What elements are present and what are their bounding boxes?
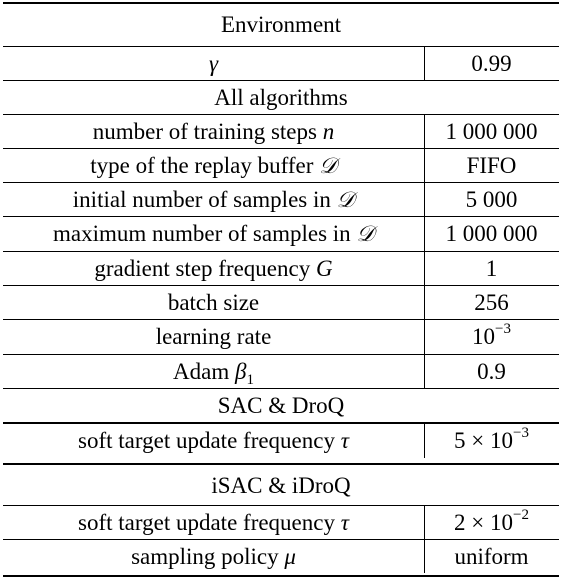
param-name: gradient step frequency (94, 255, 311, 281)
section-title: Environment (220, 12, 342, 37)
param-value: 10−3 (424, 321, 559, 350)
bottom-rule (3, 575, 559, 577)
param-value: 5 000 (465, 186, 518, 212)
table-row: gradient step frequency G 1 (3, 252, 559, 285)
param-symbol: 𝒟 (336, 187, 355, 213)
param-name: learning rate (155, 324, 272, 349)
param-value: FIFO (466, 152, 517, 178)
param-value: 2 × 10−2 (424, 506, 559, 536)
param-value: 0.99 (471, 50, 512, 76)
table-row: maximum number of samples in 𝒟 1 000 000 (3, 217, 559, 251)
value-exponent: −2 (513, 506, 529, 523)
table-row: batch size 256 (3, 286, 559, 319)
rule (3, 463, 559, 465)
table-row: γ 0.99 (3, 47, 559, 80)
section-title: SAC & DroQ (217, 392, 345, 418)
table-row: initial number of samples in 𝒟 5 000 (3, 183, 559, 216)
value-exponent: −3 (495, 321, 511, 337)
param-name: soft target update frequency (78, 509, 335, 535)
table-row: Adam β1 0.9 (3, 355, 559, 388)
param-name: initial number of samples in (72, 186, 331, 212)
param-name: type of the replay buffer (90, 152, 314, 178)
table-row: learning rate 10−3 (3, 320, 559, 354)
table-row: number of training steps n 1 000 000 (3, 115, 559, 148)
param-value: 256 (474, 289, 509, 315)
param-symbol: τ (340, 509, 349, 535)
value-base: 10 (472, 324, 496, 349)
param-name: sampling policy (131, 543, 279, 569)
param-value: uniform (454, 543, 529, 569)
value-base: 5 × 10 (454, 428, 513, 453)
param-value: 0.9 (477, 358, 506, 384)
section-header-isac-idroq: iSAC & iDroQ (3, 467, 559, 505)
param-name: Adam (173, 358, 230, 384)
section-header-environment: Environment (3, 6, 559, 44)
column-divider (424, 47, 425, 80)
table-row: sampling policy μ uniform (3, 540, 559, 573)
param-symbol-subscript: 1 (246, 371, 254, 388)
param-value: 5 × 10−3 (424, 425, 559, 454)
param-symbol: n (322, 118, 335, 144)
param-symbol: 𝒟 (319, 153, 337, 179)
section-title: All algorithms (214, 84, 348, 110)
param-value: 1 (485, 255, 498, 281)
param-symbol: 𝒟 (356, 222, 374, 247)
value-base: 2 × 10 (454, 509, 513, 535)
param-name: number of training steps (92, 118, 317, 144)
param-name: batch size (167, 289, 260, 315)
table-row: soft target update frequency τ 2 × 10−2 (3, 506, 559, 539)
column-divider (424, 506, 425, 573)
param-symbol: γ (208, 50, 219, 76)
section-header-all-algorithms: All algorithms (3, 81, 559, 114)
param-value: 1 000 000 (445, 221, 538, 246)
value-exponent: −3 (513, 425, 529, 441)
param-symbol: β (235, 358, 247, 384)
param-value: 1 000 000 (445, 118, 538, 144)
table-row: soft target update frequency τ 5 × 10−3 (3, 424, 559, 458)
top-rule (3, 2, 559, 4)
param-name: maximum number of samples in (53, 221, 351, 246)
param-name: soft target update frequency (78, 428, 335, 453)
column-divider (424, 424, 425, 458)
param-symbol: G (315, 255, 333, 281)
column-divider (424, 115, 425, 388)
param-symbol: τ (340, 428, 349, 453)
table-row: type of the replay buffer 𝒟 FIFO (3, 149, 559, 182)
section-title: iSAC & iDroQ (211, 473, 351, 498)
param-symbol: μ (284, 543, 296, 569)
section-header-sac-droq: SAC & DroQ (3, 389, 559, 422)
